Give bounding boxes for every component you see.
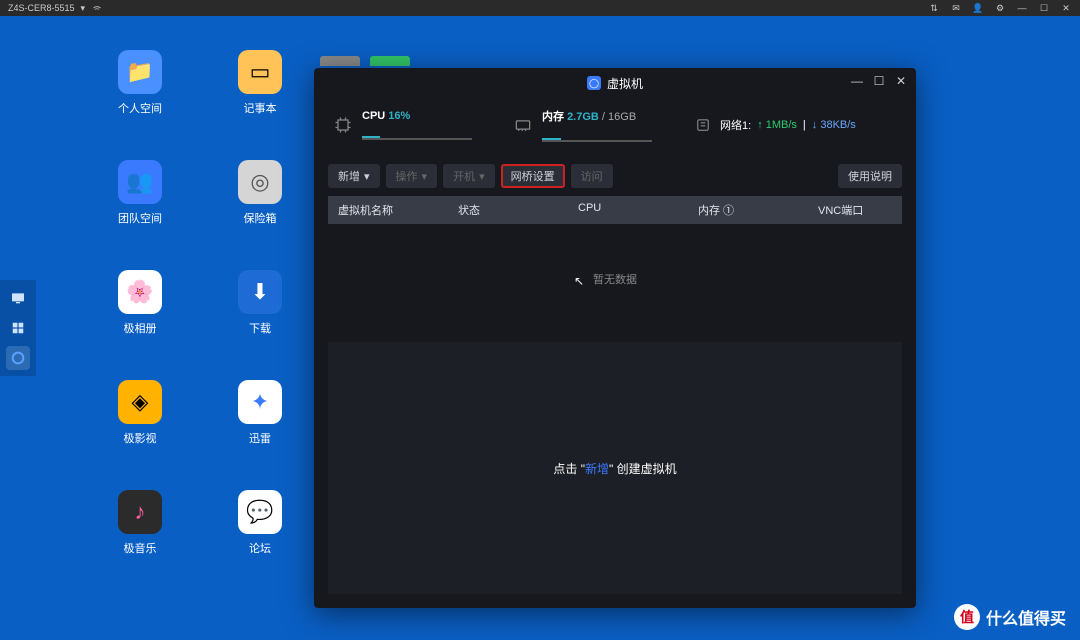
cpu-icon xyxy=(332,114,354,136)
app-tab[interactable] xyxy=(370,56,410,66)
desktop-personal-space[interactable]: 📁个人空间 xyxy=(80,50,200,160)
vm-prompt: 点击 " 新增 " 创建虚拟机 xyxy=(328,342,902,594)
operate-button[interactable]: 操作▾ xyxy=(386,164,438,188)
user-icon[interactable]: 👤 xyxy=(972,2,984,14)
minimized-tabs xyxy=(320,56,410,66)
hostname[interactable]: Z4S-CER8-5515 xyxy=(8,3,75,13)
desktop-team-space[interactable]: 👥团队空间 xyxy=(80,160,200,270)
network-icon xyxy=(692,114,714,136)
chevron-down-icon[interactable]: ▾ xyxy=(81,3,86,14)
folder-team-icon: 👥 xyxy=(118,160,162,204)
mail-icon[interactable]: ✉ xyxy=(950,2,962,14)
watermark: 值 什么值得买 xyxy=(954,604,1066,630)
cpu-stat: CPU 16% xyxy=(332,110,472,140)
net-stat: 网络1: ↑ 1MB/s | ↓ 38KB/s xyxy=(692,114,856,136)
col-cpu[interactable]: CPU xyxy=(568,202,688,218)
empty-text: 暂无数据 xyxy=(593,271,637,287)
desktop-notepad[interactable]: ▭记事本 xyxy=(200,50,320,160)
dock-vm-icon[interactable] xyxy=(6,346,30,370)
memory-icon xyxy=(512,114,534,136)
desktop-xunlei[interactable]: ✦迅雷 xyxy=(200,380,320,490)
desktop-download[interactable]: ⬇下载 xyxy=(200,270,320,380)
maximize-icon[interactable]: ☐ xyxy=(1038,2,1050,14)
dock-display-icon[interactable] xyxy=(6,286,30,310)
window-maximize-icon[interactable]: ☐ xyxy=(872,74,886,88)
vm-toolbar: 新增▾ 操作▾ 开机▾ 网桥设置 访问 使用说明 xyxy=(314,156,916,196)
mem-stat: 内存 2.7GB / 16GB xyxy=(512,108,652,142)
chevron-down-icon: ▾ xyxy=(422,170,428,183)
chevron-down-icon: ▾ xyxy=(479,170,485,183)
download-icon: ⬇ xyxy=(238,270,282,314)
system-topbar: Z4S-CER8-5515 ▾ ⇅ ✉ 👤 ⚙ — ☐ ✕ xyxy=(0,0,1080,16)
bridge-settings-button[interactable]: 网桥设置 xyxy=(501,164,565,188)
add-button[interactable]: 新增▾ xyxy=(328,164,380,188)
power-button[interactable]: 开机▾ xyxy=(443,164,495,188)
prompt-keyword[interactable]: 新增 xyxy=(585,460,609,477)
help-button[interactable]: 使用说明 xyxy=(838,164,902,188)
desktop-grid: 📁个人空间 ▭记事本 👥团队空间 ◎保险箱 🌸极相册 ⬇下载 ◈极影视 ✦迅雷 … xyxy=(80,50,320,600)
transfer-icon[interactable]: ⇅ xyxy=(928,2,940,14)
desktop-album[interactable]: 🌸极相册 xyxy=(80,270,200,380)
app-tab[interactable] xyxy=(320,56,360,66)
vm-title-text: 虚拟机 xyxy=(607,75,643,92)
gear-icon[interactable]: ⚙ xyxy=(994,2,1006,14)
desktop-forum[interactable]: 💬论坛 xyxy=(200,490,320,600)
visit-button[interactable]: 访问 xyxy=(571,164,613,188)
vm-table-body: ↖ 暂无数据 xyxy=(328,224,902,334)
minimize-icon[interactable]: — xyxy=(1016,2,1028,14)
vm-window: ◯ 虚拟机 — ☐ ✕ CPU 16% 内存 2.7GB / 16GB xyxy=(314,68,916,608)
desktop-video[interactable]: ◈极影视 xyxy=(80,380,200,490)
desktop-vault[interactable]: ◎保险箱 xyxy=(200,160,320,270)
col-mem[interactable]: 内存 ① xyxy=(688,202,808,218)
close-icon[interactable]: ✕ xyxy=(1060,2,1072,14)
vm-stats-row: CPU 16% 内存 2.7GB / 16GB 网络1: ↑ 1MB/s | ↓… xyxy=(314,98,916,156)
cursor-icon: ↖ xyxy=(574,274,584,288)
dock-apps-icon[interactable] xyxy=(6,316,30,340)
video-icon: ◈ xyxy=(118,380,162,424)
left-dock xyxy=(0,280,36,376)
music-icon: ♪ xyxy=(118,490,162,534)
vm-table-header: 虚拟机名称 状态 CPU 内存 ① VNC端口 xyxy=(328,196,902,224)
album-icon: 🌸 xyxy=(118,270,162,314)
window-minimize-icon[interactable]: — xyxy=(850,74,864,88)
col-vnc[interactable]: VNC端口 xyxy=(808,202,902,218)
chevron-down-icon: ▾ xyxy=(364,170,370,183)
col-name[interactable]: 虚拟机名称 xyxy=(328,202,448,218)
desktop-music[interactable]: ♪极音乐 xyxy=(80,490,200,600)
col-status[interactable]: 状态 xyxy=(448,202,568,218)
vault-icon: ◎ xyxy=(238,160,282,204)
watermark-badge-icon: 值 xyxy=(954,604,980,630)
wifi-icon[interactable] xyxy=(91,2,103,14)
chat-icon: 💬 xyxy=(238,490,282,534)
notepad-icon: ▭ xyxy=(238,50,282,94)
vm-titlebar[interactable]: ◯ 虚拟机 — ☐ ✕ xyxy=(314,68,916,98)
folder-icon: 📁 xyxy=(118,50,162,94)
vm-logo-icon: ◯ xyxy=(587,76,601,90)
xunlei-icon: ✦ xyxy=(238,380,282,424)
window-close-icon[interactable]: ✕ xyxy=(894,74,908,88)
